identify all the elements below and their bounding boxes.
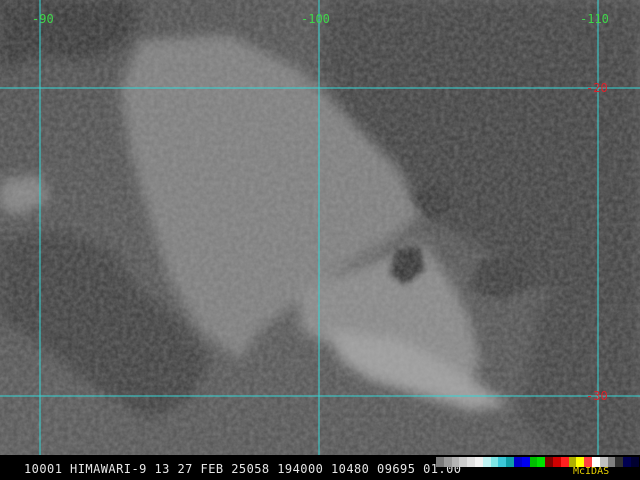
- colorbar-swatch: [513, 457, 522, 467]
- cloud-texture: [0, 0, 640, 455]
- colorbar-swatch: [482, 457, 491, 467]
- colorbar-swatch: [443, 457, 452, 467]
- longitude-label: -90: [32, 12, 54, 26]
- longitude-label: -100: [301, 12, 330, 26]
- colorbar-swatch: [521, 457, 530, 467]
- colorbar-swatch: [630, 457, 639, 467]
- colorbar-swatch: [467, 457, 475, 467]
- colorbar-swatch: [506, 457, 514, 467]
- colorbar-swatch: [529, 457, 538, 467]
- colorbar-swatch: [552, 457, 561, 467]
- colorbar-swatch: [615, 457, 624, 467]
- colorbar-swatch: [490, 457, 499, 467]
- satellite-image: [0, 0, 640, 455]
- colorbar-swatch: [545, 457, 553, 467]
- colorbar-swatch: [623, 457, 631, 467]
- colorbar-swatch: [560, 457, 569, 467]
- colorbar-swatch: [537, 457, 546, 467]
- latitude-label: -20: [586, 81, 608, 95]
- colorbar-swatch: [451, 457, 460, 467]
- image-info-text: 10001 HIMAWARI-9 13 27 FEB 25058 194000 …: [24, 462, 462, 476]
- latitude-label: -30: [586, 389, 608, 403]
- colorbar-swatch: [436, 457, 444, 467]
- colorbar-swatch: [498, 457, 507, 467]
- colorbar-swatch: [459, 457, 468, 467]
- mcidas-label: McIDAS: [573, 466, 610, 477]
- colorbar-swatch: [474, 457, 483, 467]
- longitude-label: -110: [580, 12, 609, 26]
